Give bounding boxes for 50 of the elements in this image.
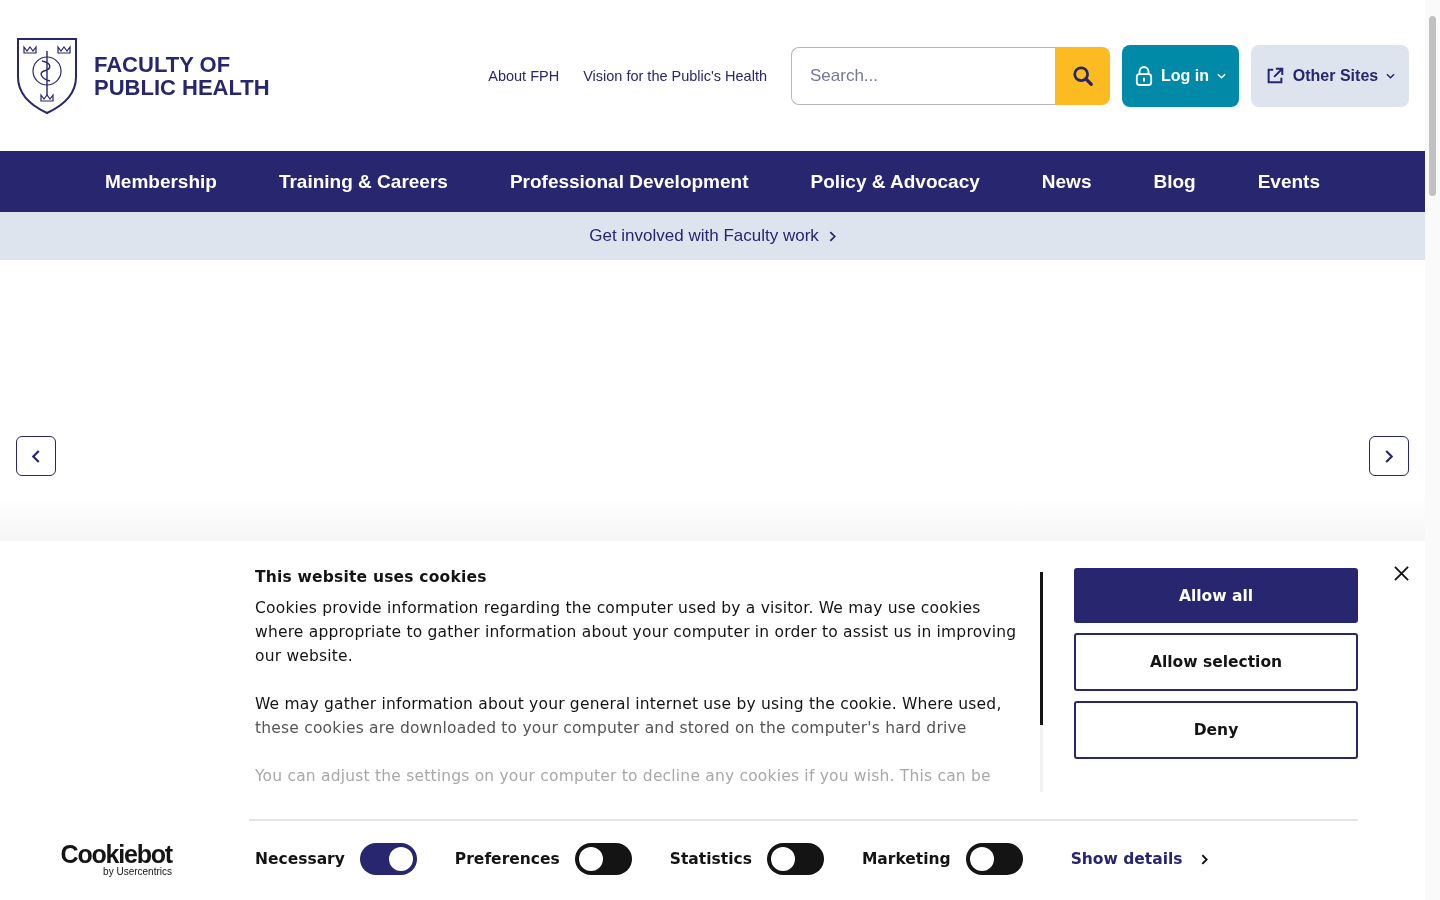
consent-button[interactable]: Allow all (1074, 568, 1358, 623)
next-slide-button[interactable] (1369, 436, 1409, 476)
nav-link[interactable]: Professional Development (509, 170, 749, 193)
nav-link[interactable]: Membership (105, 170, 217, 193)
announcement-link[interactable]: Get involved with Faculty work (589, 226, 819, 246)
dialog-paragraph: Cookies provide information regarding the computer used by a visitor. We may use cookies where appropriate to gather information about your computer in order to assist us in improving our website. (255, 598, 1018, 667)
chevron-down-icon (1217, 72, 1226, 79)
chevron-right-icon (1385, 449, 1393, 463)
chevron-right-icon (828, 230, 836, 242)
close-button[interactable] (1392, 564, 1411, 583)
dialog-title: This website uses cookies (255, 568, 488, 586)
toggle-label: Statistics (669, 850, 752, 868)
login-button[interactable]: Log in (1122, 44, 1239, 107)
show-details-link[interactable]: Show details (1070, 850, 1183, 868)
dialog-paragraph: You can adjust the settings on your computer to decline any cookies if you wish. This can be (255, 766, 992, 787)
dialog-paragraph: We may gather information about your general internet use by using the cookie. Where used, (255, 694, 1003, 715)
shield-logo-icon (16, 36, 78, 115)
toggle-switch[interactable] (574, 843, 632, 875)
toggle-label: Marketing (861, 850, 951, 868)
previous-slide-button[interactable] (16, 436, 56, 476)
nav-link[interactable]: Training & Careers (278, 170, 448, 193)
toggle-label: Necessary (255, 850, 345, 868)
consent-button[interactable]: Allow selection (1074, 633, 1358, 691)
scrollbar-thumb[interactable] (1040, 572, 1043, 725)
nav-link[interactable]: News (1041, 170, 1092, 193)
padlock-icon (1135, 64, 1153, 87)
search-icon (1071, 64, 1094, 87)
nav-link[interactable]: Events (1257, 170, 1320, 193)
chevron-right-icon (1200, 853, 1208, 865)
close-icon (1394, 566, 1409, 581)
scrollbar-thumb[interactable] (1429, 16, 1436, 196)
top-link[interactable]: About FPH (488, 67, 560, 84)
other-sites-button[interactable]: Other Sites (1251, 44, 1409, 107)
toggle-switch[interactable] (766, 843, 824, 875)
search-button[interactable] (1055, 46, 1110, 105)
dialog-paragraph: these cookies are downloaded to your computer and stored on the computer's hard drive (255, 718, 968, 739)
top-link[interactable]: Vision for the Public's Health (583, 67, 767, 84)
toggle-switch[interactable] (359, 843, 417, 875)
search-field[interactable]: Search... (791, 46, 1055, 105)
logo-text[interactable]: FACULTY OF (94, 52, 270, 76)
consent-button[interactable]: Deny (1074, 701, 1358, 759)
chevron-left-icon (32, 449, 40, 463)
nav-link[interactable]: Policy & Advocacy (810, 170, 980, 193)
logo-text[interactable]: PUBLIC HEALTH (94, 75, 270, 99)
brand-name: Cookiebot (60, 841, 172, 866)
chevron-down-icon (1386, 72, 1396, 79)
nav-link[interactable]: Blog (1153, 170, 1196, 193)
toggle-label: Preferences (454, 850, 560, 868)
toggle-switch[interactable] (965, 843, 1023, 875)
brand-byline: by Usercentrics (103, 865, 172, 877)
